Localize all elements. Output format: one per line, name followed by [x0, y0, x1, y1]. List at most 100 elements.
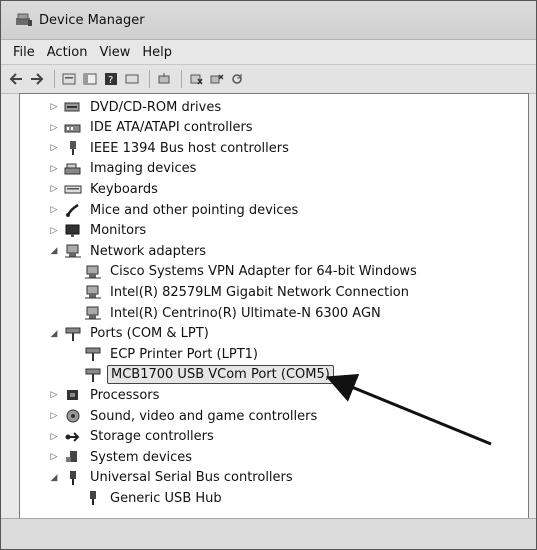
tree-item-label: Mice and other pointing devices — [90, 202, 299, 218]
view-icon[interactable] — [123, 70, 141, 88]
tree-category[interactable]: ▷ Mice and other pointing devices — [48, 200, 301, 220]
expand-triangle-icon[interactable]: ▷ — [48, 184, 60, 194]
device-tree[interactable]: ▷ DVD/CD-ROM drives ▷ IDE ATA/ATAPI control… — [19, 93, 529, 519]
usb-icon — [64, 470, 82, 486]
tree-item-label: Ports (COM & LPT) — [90, 326, 209, 342]
tree-item-label: MCB1700 USB VCom Port (COM5) — [107, 365, 334, 385]
tree-item-label: Sound, video and game controllers — [90, 408, 318, 424]
expand-triangle-icon[interactable]: ▷ — [48, 143, 60, 153]
tree-category[interactable]: ▷ Monitors — [48, 221, 149, 241]
expand-triangle-icon[interactable]: ▷ — [48, 432, 60, 442]
status-bar — [1, 518, 536, 549]
network-adapter-icon — [84, 264, 102, 280]
expand-triangle-icon[interactable]: ▷ — [48, 205, 60, 215]
tree-item-label: Network adapters — [90, 243, 207, 259]
tree-item-label: IDE ATA/ATAPI controllers — [90, 120, 253, 136]
tree-item-label: Generic USB Hub — [110, 490, 222, 506]
title-bar: Device Manager — [1, 1, 536, 40]
toolbar-separator — [54, 70, 55, 88]
tree-device[interactable]: MCB1700 USB VCom Port (COM5) — [68, 365, 334, 385]
tree-item-label: Storage controllers — [90, 429, 214, 445]
network-adapter-icon — [84, 284, 102, 300]
grid-icon[interactable] — [81, 70, 99, 88]
properties-icon[interactable] — [60, 70, 78, 88]
back-arrow-icon[interactable] — [7, 70, 25, 88]
tree-category[interactable]: ▷ Processors — [48, 385, 162, 405]
help-icon[interactable]: ? — [102, 70, 120, 88]
tree-item-label: System devices — [90, 449, 193, 465]
port-icon — [84, 367, 102, 383]
window-title: Device Manager — [39, 12, 145, 28]
tree-item-label: DVD/CD-ROM drives — [90, 99, 222, 115]
expand-triangle-icon[interactable]: ▷ — [48, 411, 60, 421]
svg-text:?: ? — [108, 75, 113, 85]
tree-item-label: Keyboards — [90, 181, 158, 197]
toolbar: ? — [1, 65, 536, 94]
tree-category[interactable]: ▷ IEEE 1394 Bus host controllers — [48, 138, 292, 158]
tree-category[interactable]: ▷ IDE ATA/ATAPI controllers — [48, 118, 256, 138]
tree-device[interactable]: Generic USB Hub — [68, 488, 225, 508]
expand-triangle-icon[interactable]: ▷ — [48, 164, 60, 174]
tree-device[interactable]: Intel(R) Centrino(R) Ultimate-N 6300 AGN — [68, 303, 384, 323]
toolbar-separator — [149, 70, 150, 88]
tree-category[interactable]: ▷ DVD/CD-ROM drives — [48, 97, 224, 117]
mouse-icon — [64, 202, 82, 218]
sound-icon — [64, 408, 82, 424]
tree-category[interactable]: ▷ Keyboards — [48, 179, 161, 199]
tree-category[interactable]: ◢ Ports (COM & LPT) — [48, 324, 212, 344]
network-adapter-icon — [84, 305, 102, 321]
system-devices-icon — [64, 449, 82, 465]
tree-category[interactable]: ▷ System devices — [48, 447, 195, 467]
tree-category[interactable]: ◢ Universal Serial Bus controllers — [48, 468, 296, 488]
port-icon — [64, 326, 82, 342]
tree-device[interactable]: Cisco Systems VPN Adapter for 64-bit Win… — [68, 262, 420, 282]
keyboard-icon — [64, 181, 82, 197]
tree-item-label: Intel(R) 82579LM Gigabit Network Connect… — [110, 284, 409, 300]
update-driver-icon[interactable] — [155, 70, 173, 88]
collapse-triangle-icon[interactable]: ◢ — [48, 473, 60, 483]
forward-arrow-icon[interactable] — [28, 70, 46, 88]
tree-item-label: Cisco Systems VPN Adapter for 64-bit Win… — [110, 264, 417, 280]
device-manager-window: Device Manager File Action View Help ? ▷… — [0, 0, 537, 550]
network-adapter-icon — [64, 243, 82, 259]
tree-device[interactable]: ECP Printer Port (LPT1) — [68, 344, 261, 364]
toolbar-separator — [181, 70, 182, 88]
uninstall-icon[interactable] — [187, 70, 205, 88]
ide-controller-icon — [64, 120, 82, 136]
menu-help[interactable]: Help — [142, 45, 172, 60]
menu-view[interactable]: View — [99, 45, 130, 60]
tree-category[interactable]: ◢ Network adapters — [48, 241, 209, 261]
tree-item-label: Processors — [90, 387, 160, 403]
tree-item-label: Imaging devices — [90, 161, 197, 177]
dvd-drive-icon — [64, 99, 82, 115]
tree-category[interactable]: ▷ Sound, video and game controllers — [48, 406, 320, 426]
tree-item-label: Monitors — [90, 223, 147, 239]
menu-file[interactable]: File — [13, 45, 35, 60]
expand-triangle-icon[interactable]: ▷ — [48, 390, 60, 400]
expand-triangle-icon[interactable]: ▷ — [48, 123, 60, 133]
collapse-triangle-icon[interactable]: ◢ — [48, 329, 60, 339]
scanner-icon — [64, 161, 82, 177]
tree-device[interactable]: Intel(R) 82579LM Gigabit Network Connect… — [68, 282, 412, 302]
tree-item-label: Universal Serial Bus controllers — [90, 470, 293, 486]
storage-icon — [64, 429, 82, 445]
monitor-icon — [64, 223, 82, 239]
menu-action[interactable]: Action — [47, 45, 88, 60]
tree-item-label: ECP Printer Port (LPT1) — [110, 346, 258, 362]
port-icon — [84, 346, 102, 362]
expand-triangle-icon[interactable]: ▷ — [48, 102, 60, 112]
tree-item-label: Intel(R) Centrino(R) Ultimate-N 6300 AGN — [110, 305, 381, 321]
scan-hardware-icon[interactable] — [208, 70, 226, 88]
tree-category[interactable]: ▷ Storage controllers — [48, 427, 217, 447]
device-manager-icon — [16, 13, 32, 26]
tree-category[interactable]: ▷ Imaging devices — [48, 159, 199, 179]
processor-icon — [64, 387, 82, 403]
collapse-triangle-icon[interactable]: ◢ — [48, 246, 60, 256]
expand-triangle-icon[interactable]: ▷ — [48, 452, 60, 462]
expand-triangle-icon[interactable]: ▷ — [48, 226, 60, 236]
firewire-icon — [64, 140, 82, 156]
menu-bar: File Action View Help — [1, 40, 536, 65]
usb-icon — [84, 490, 102, 506]
tree-item-label: IEEE 1394 Bus host controllers — [90, 140, 289, 156]
scan-changes-icon[interactable] — [229, 70, 247, 88]
